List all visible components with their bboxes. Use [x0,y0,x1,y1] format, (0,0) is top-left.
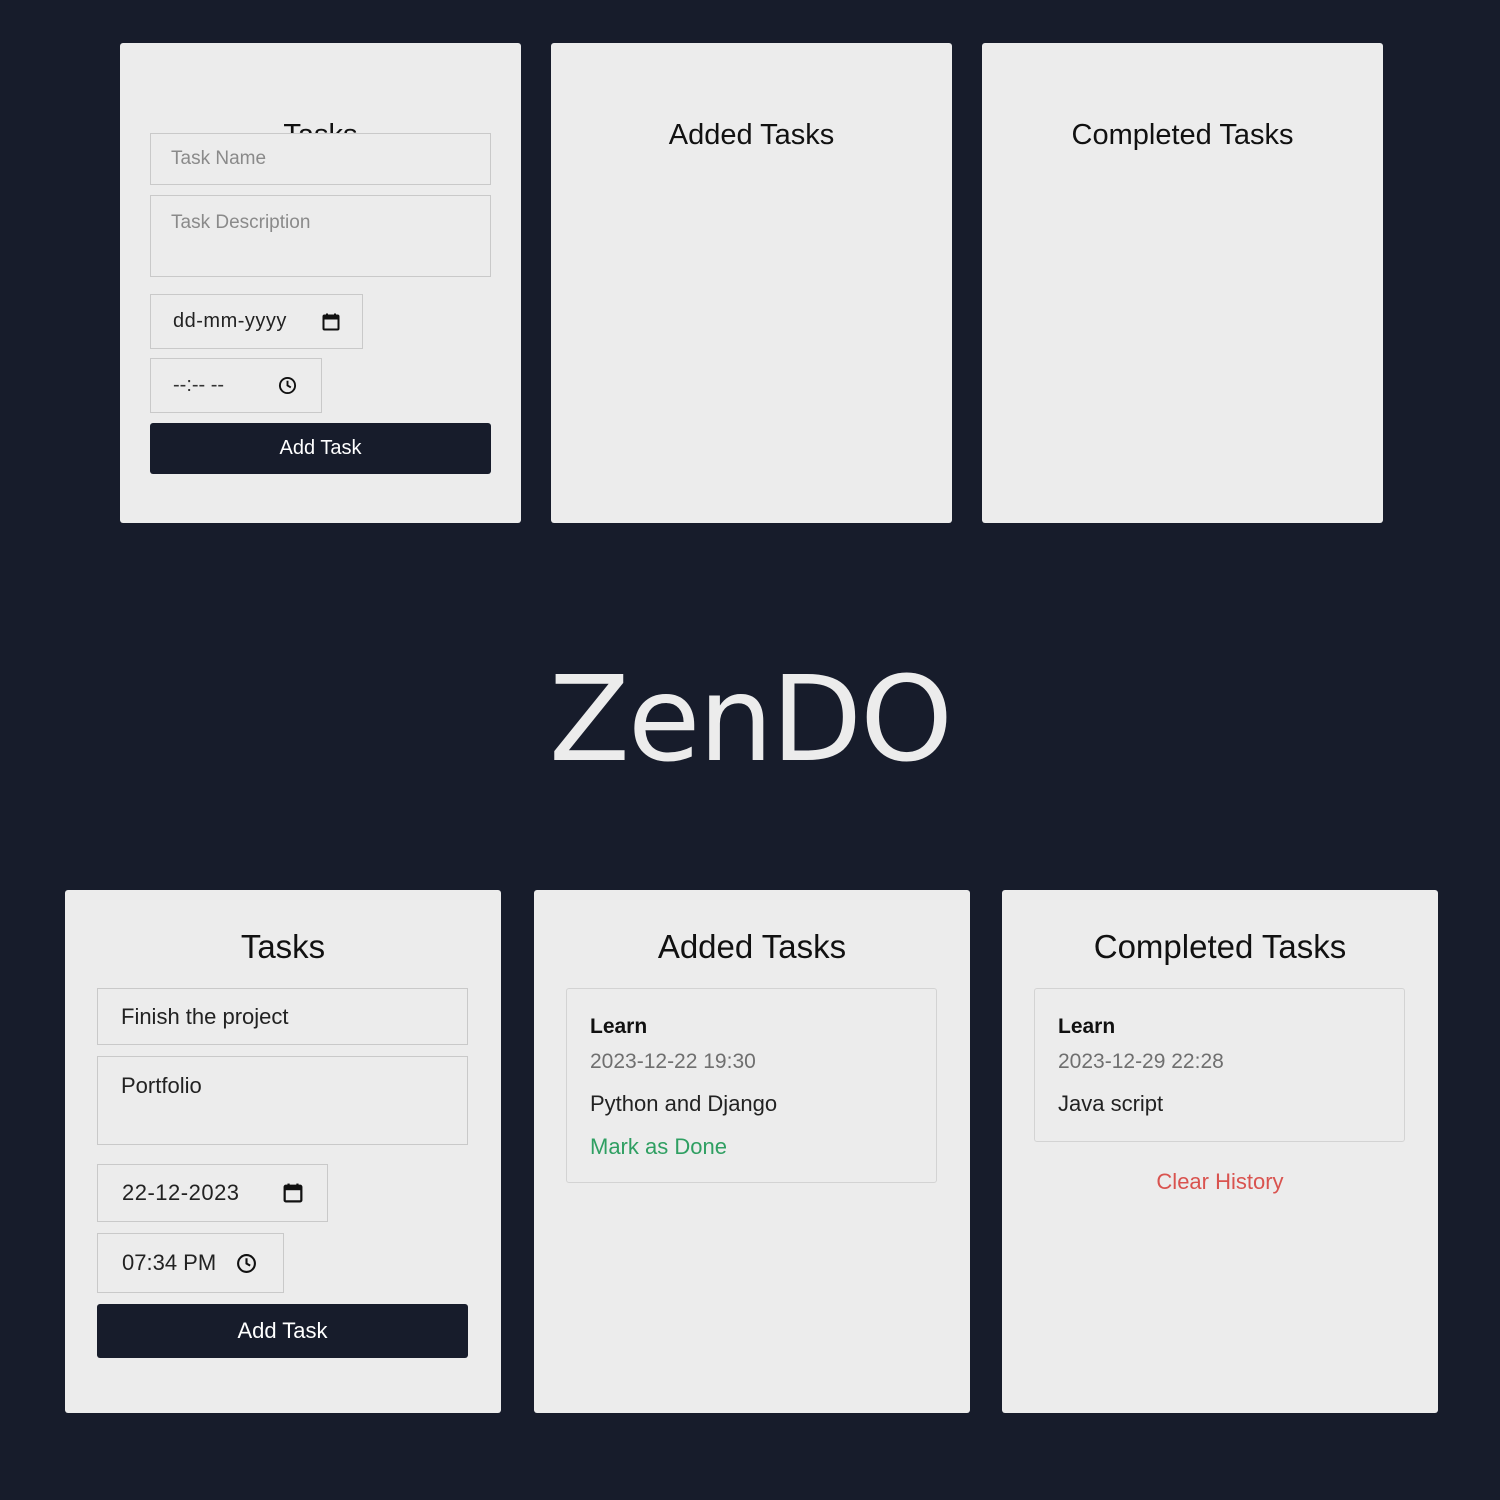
completed-tasks-panel: Completed Tasks Learn 2023-12-29 22:28 J… [1002,890,1438,1413]
panel-title: Completed Tasks [1071,119,1294,151]
completed-task-card: Learn 2023-12-29 22:28 Java script [1034,988,1405,1142]
task-time-input[interactable]: --:-- -- [150,358,322,413]
clock-icon[interactable] [236,1253,257,1274]
task-time-input[interactable]: 07:34 PM [97,1233,284,1293]
completed-tasks-panel: Completed Tasks [982,43,1383,523]
time-value: --:-- -- [173,374,225,396]
task-date-input[interactable]: 22-12-2023 [97,1164,328,1222]
task-date-input[interactable]: dd-mm-yyyy [150,294,363,349]
panel-title: Added Tasks [657,928,847,965]
panel-title: Completed Tasks [1093,928,1347,965]
added-tasks-panel: Added Tasks [551,43,952,523]
add-task-button[interactable]: Add Task [150,423,491,474]
calendar-icon[interactable] [322,313,340,331]
mark-as-done-link[interactable]: Mark as Done [590,1134,727,1160]
task-name-input[interactable]: Task Name [150,133,491,185]
panel-title: Tasks [240,928,326,965]
task-title: Learn [1058,1015,1116,1038]
task-description: Python and Django [590,1091,778,1116]
task-datetime: 2023-12-29 22:28 [1058,1050,1224,1073]
app-logo: ZenDO [549,650,953,788]
date-value: dd-mm-yyyy [173,310,287,332]
tasks-panel: Tasks Task Name Task Description dd-mm-y… [120,43,521,523]
task-description-value: Portfolio [121,1073,202,1098]
task-description-input[interactable]: Task Description [150,195,491,277]
time-value: 07:34 PM [122,1250,217,1275]
task-description-input[interactable]: Portfolio [97,1056,468,1145]
task-name-input[interactable]: Finish the project [97,988,468,1045]
task-description-placeholder: Task Description [171,212,311,233]
clock-icon[interactable] [278,376,297,395]
task-description: Java script [1058,1091,1164,1116]
task-name-value: Finish the project [121,1003,289,1029]
task-title: Learn [590,1015,648,1038]
added-tasks-panel: Added Tasks Learn 2023-12-22 19:30 Pytho… [534,890,970,1413]
calendar-icon[interactable] [283,1183,303,1203]
task-name-placeholder: Task Name [171,148,267,169]
panel-title: Added Tasks [668,119,835,151]
tasks-panel: Tasks Finish the project Portfolio 22-12… [65,890,501,1413]
task-card: Learn 2023-12-22 19:30 Python and Django… [566,988,937,1183]
app-screenshot: Tasks Task Name Task Description dd-mm-y… [0,0,1500,1500]
date-value: 22-12-2023 [122,1180,240,1205]
add-task-button[interactable]: Add Task [97,1304,468,1358]
task-datetime: 2023-12-22 19:30 [590,1050,756,1073]
clear-history-link[interactable]: Clear History [1002,1169,1438,1195]
